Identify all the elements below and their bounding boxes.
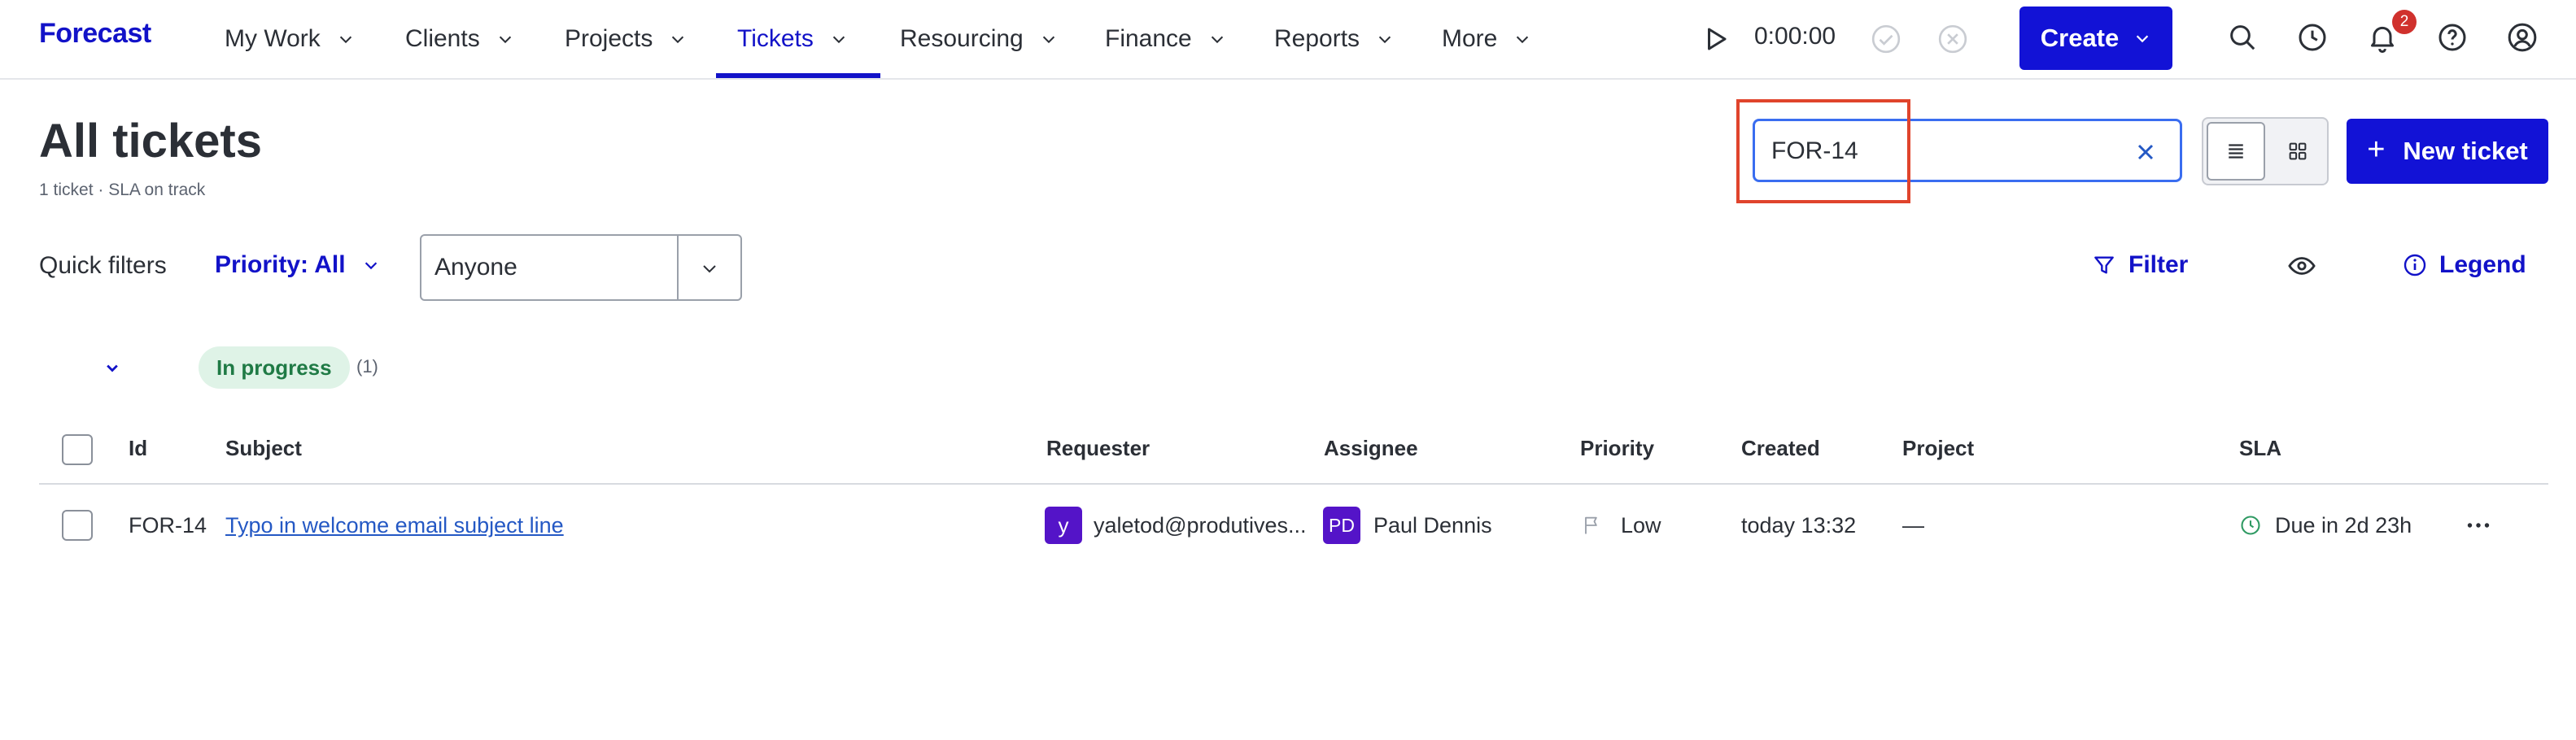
- chevron-down-icon: [703, 265, 716, 273]
- page-subtitle: 1 ticket · SLA on track: [39, 181, 206, 199]
- nav-item-label: Finance: [1105, 25, 1192, 52]
- column-header-created[interactable]: Created: [1741, 436, 1820, 461]
- requester-email: yaletod@produtives...: [1094, 512, 1307, 538]
- check-circle-icon[interactable]: [1870, 23, 1902, 55]
- chevron-down-icon: [365, 262, 377, 270]
- chevron-down-icon: [499, 36, 511, 44]
- plus-icon: +: [2367, 132, 2386, 167]
- nav-item-label: Reports: [1274, 25, 1360, 52]
- column-header-id[interactable]: Id: [129, 436, 147, 461]
- ticket-subject-link[interactable]: Typo in welcome email subject line: [225, 513, 564, 538]
- group-count: (1): [356, 356, 378, 377]
- requester-cell: y yaletod@produtives...: [1045, 507, 1307, 544]
- nav-item-more[interactable]: More: [1442, 0, 1531, 78]
- priority-value: Low: [1621, 512, 1661, 538]
- timer-display: 0:00:00: [1754, 23, 1836, 50]
- funnel-icon: [2094, 256, 2114, 274]
- sla-clock-icon: [2241, 516, 2260, 535]
- page-title: All tickets: [39, 115, 262, 168]
- nav-item-resourcing[interactable]: Resourcing: [900, 0, 1058, 78]
- help-icon[interactable]: [2436, 21, 2469, 54]
- column-header-subject[interactable]: Subject: [225, 436, 302, 461]
- ticket-id: FOR-14: [129, 512, 207, 538]
- assignee-name: Paul Dennis: [1373, 512, 1492, 538]
- assignee-filter-select[interactable]: Anyone: [420, 234, 742, 301]
- column-header-assignee[interactable]: Assignee: [1324, 436, 1418, 461]
- chevron-down-icon: [339, 36, 351, 44]
- quick-filters-label: Quick filters: [39, 252, 167, 279]
- chevron-down-icon: [1042, 36, 1054, 44]
- app-logo[interactable]: Forecast: [39, 18, 151, 50]
- column-header-priority[interactable]: Priority: [1580, 436, 1654, 461]
- nav-item-label: More: [1442, 25, 1498, 52]
- nav-item-my-work[interactable]: My Work: [225, 0, 355, 78]
- chevron-down-icon: [672, 36, 684, 44]
- create-button-label: Create: [2040, 24, 2120, 52]
- column-header-sla[interactable]: SLA: [2239, 436, 2281, 461]
- priority-filter-label: Priority: All: [215, 251, 346, 278]
- chevron-down-icon: [1211, 36, 1223, 44]
- list-view-icon: [2229, 144, 2243, 159]
- project-value: —: [1902, 512, 1924, 538]
- nav-item-finance[interactable]: Finance: [1105, 0, 1226, 78]
- filter-button[interactable]: Filter: [2091, 247, 2188, 283]
- select-all-checkbox[interactable]: [62, 434, 93, 465]
- clear-search-icon[interactable]: [2133, 139, 2159, 165]
- new-ticket-label: New ticket: [2403, 137, 2528, 165]
- eye-icon[interactable]: [2286, 250, 2317, 281]
- user-profile-icon[interactable]: [2506, 21, 2539, 54]
- priority-filter-dropdown[interactable]: Priority: All: [215, 247, 380, 283]
- active-tab-indicator: [716, 73, 880, 78]
- select-divider: [677, 236, 679, 299]
- cancel-circle-icon[interactable]: [1936, 23, 1969, 55]
- top-navigation: Forecast My Work Clients Projects Ticket…: [0, 0, 2576, 80]
- column-header-requester[interactable]: Requester: [1046, 436, 1150, 461]
- history-clock-icon[interactable]: [2296, 21, 2329, 54]
- create-button[interactable]: Create: [2019, 7, 2172, 70]
- play-timer-icon[interactable]: [1701, 24, 1730, 54]
- search-icon[interactable]: [2226, 21, 2259, 54]
- assignee-cell: PD Paul Dennis: [1323, 507, 1492, 544]
- assignee-avatar: PD: [1323, 507, 1360, 544]
- notification-count-badge: 2: [2392, 10, 2417, 34]
- nav-item-reports[interactable]: Reports: [1274, 0, 1394, 78]
- nav-item-clients[interactable]: Clients: [405, 0, 514, 78]
- grid-view-icon: [2289, 142, 2307, 160]
- requester-avatar: y: [1045, 507, 1082, 544]
- created-date: today 13:32: [1741, 512, 1857, 538]
- nav-item-projects[interactable]: Projects: [565, 0, 687, 78]
- legend-button[interactable]: Legend: [2402, 247, 2526, 283]
- chevron-down-icon: [1378, 36, 1391, 44]
- sla-value: Due in 2d 23h: [2275, 512, 2412, 538]
- nav-item-label: Resourcing: [900, 25, 1024, 52]
- filter-button-label: Filter: [2128, 251, 2189, 278]
- nav-item-label: Projects: [565, 25, 653, 52]
- sla-cell: Due in 2d 23h: [2239, 511, 2412, 539]
- legend-button-label: Legend: [2439, 251, 2526, 278]
- table-header-divider: [39, 483, 2548, 485]
- row-select-checkbox[interactable]: [62, 510, 93, 541]
- board-view-button[interactable]: [2270, 122, 2325, 181]
- list-view-button[interactable]: [2207, 122, 2265, 181]
- status-group-badge: In progress: [199, 346, 350, 389]
- annotation-highlight-box: [1736, 99, 1910, 203]
- new-ticket-button[interactable]: + New ticket: [2347, 119, 2548, 184]
- chevron-down-icon: [2137, 35, 2149, 43]
- priority-cell: Low: [1580, 511, 1661, 539]
- info-icon: [2404, 254, 2426, 276]
- nav-item-tickets[interactable]: Tickets: [737, 0, 848, 78]
- nav-item-label: Clients: [405, 25, 480, 52]
- nav-item-label: Tickets: [737, 25, 814, 52]
- assignee-filter-value: Anyone: [434, 254, 517, 281]
- flag-icon: [1585, 516, 1597, 534]
- chevron-down-icon: [1517, 36, 1529, 44]
- chevron-down-icon: [832, 36, 845, 44]
- view-mode-toggle: [2202, 117, 2329, 185]
- collapse-group-chevron-icon[interactable]: [101, 356, 124, 379]
- nav-item-label: My Work: [225, 25, 321, 52]
- more-options-icon[interactable]: [2462, 511, 2495, 540]
- column-header-project[interactable]: Project: [1902, 436, 1974, 461]
